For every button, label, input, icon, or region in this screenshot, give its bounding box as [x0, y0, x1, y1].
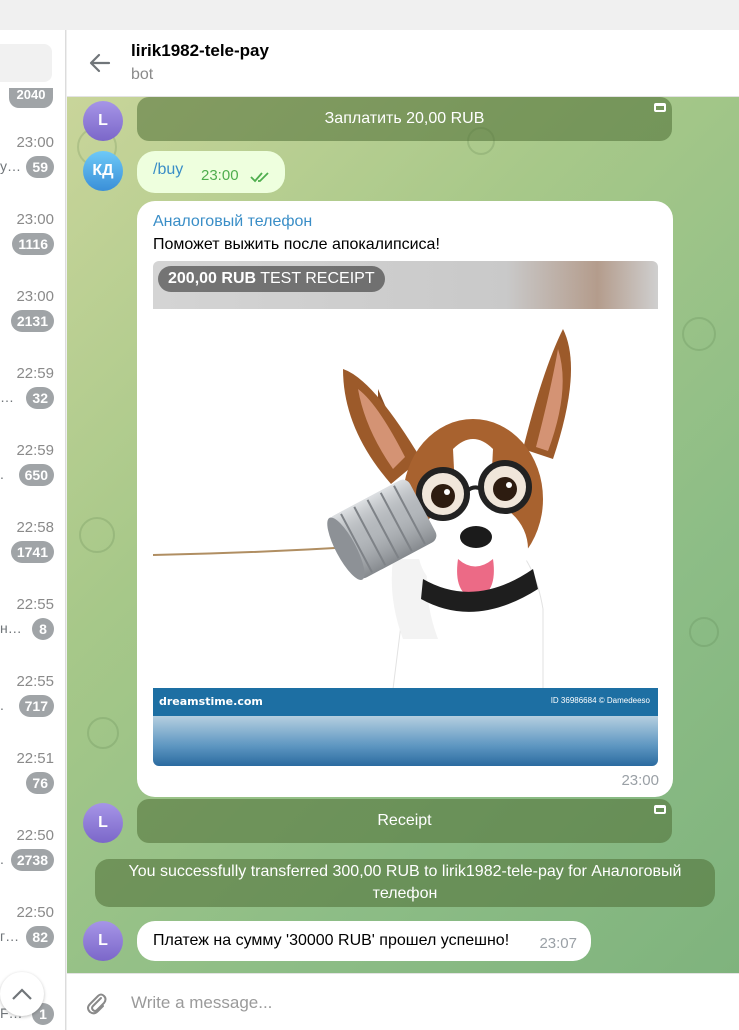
bot-avatar[interactable]: L: [83, 803, 123, 843]
card-icon: [654, 103, 666, 112]
chat-list-item[interactable]: 22:50 г… 82: [0, 904, 65, 981]
message-text: /buy: [153, 161, 184, 178]
invoice-description: Поможет выжить после апокалипсиса!: [153, 236, 440, 253]
unread-badge: 2131: [10, 310, 54, 332]
chat-list-item[interactable]: 23:00 2131: [0, 288, 65, 365]
chat-list-time: 22:59: [16, 365, 54, 382]
bot-avatar[interactable]: L: [83, 101, 123, 141]
chat-list-item[interactable]: 23:00 y… 59: [0, 134, 65, 211]
price-amount: 200,00 RUB: [168, 270, 257, 287]
pay-button[interactable]: Заплатить 20,00 RUB: [137, 97, 672, 141]
unread-badge: 8: [32, 618, 54, 640]
bot-avatar[interactable]: L: [83, 921, 123, 961]
chat-list: 2040 23:00 y… 59 23:00 1116 23:00 2131 22:59… 32…: [0, 30, 66, 1030]
chat-list-snippet: .: [0, 851, 4, 867]
background-doodle: [682, 317, 716, 351]
background-doodle: [79, 517, 115, 553]
watermark-id: ID 36986684 © Damedeeso: [550, 696, 650, 705]
background-doodle: [87, 717, 119, 749]
message-time: 23:07: [539, 935, 577, 952]
watermark-brand: dreamstime.com: [159, 695, 263, 708]
user-avatar[interactable]: КД: [83, 151, 123, 191]
chat-list-item[interactable]: 22:51 76: [0, 750, 65, 827]
message-input[interactable]: [131, 988, 691, 1018]
chat-list-time: 22:59: [16, 442, 54, 459]
price-suffix: TEST RECEIPT: [260, 270, 375, 287]
chat-list-time: 22:58: [16, 519, 54, 536]
unread-badge: 76: [26, 772, 54, 794]
chat-list-snippet: y…: [0, 158, 21, 174]
photo-bottom-strip: [153, 716, 658, 766]
card-icon: [654, 805, 666, 814]
invoice-photo[interactable]: 200,00 RUB TEST RECEIPT dreamstime.com I…: [153, 261, 658, 766]
invoice-title: Аналоговый телефон: [153, 213, 313, 230]
scroll-up-button[interactable]: [0, 972, 44, 1016]
chat-list-item[interactable]: 22:55. 717: [0, 673, 65, 750]
chat-list-time: 23:00: [16, 288, 54, 305]
chat-list-snippet: .: [0, 697, 4, 713]
chat-subtitle: bot: [131, 66, 154, 83]
service-message-text: You successfully transferred 300,00 RUB …: [128, 863, 682, 902]
paperclip-icon[interactable]: [83, 990, 109, 1016]
chat-list-snippet: .: [0, 466, 4, 482]
invoice-message[interactable]: Аналоговый телефон Поможет выжить после …: [137, 201, 673, 797]
chat-list-time: 22:50: [16, 904, 54, 921]
chat-list-time: 23:00: [16, 211, 54, 228]
chat-area: L Заплатить 20,00 RUB КД /buy 23:00 Анал…: [67, 97, 739, 973]
unread-badge: 1116: [12, 233, 54, 255]
unread-badge: 2040: [9, 88, 53, 108]
back-arrow-icon[interactable]: [87, 50, 113, 76]
unread-badge: 59: [26, 156, 54, 178]
unread-badge: 1741: [10, 541, 54, 563]
message-composer: [67, 973, 739, 1030]
message-text: Платеж на сумму '30000 RUB' прошел успеш…: [153, 932, 510, 949]
chat-list-snippet: г…: [0, 928, 20, 944]
message-time: 23:00: [201, 167, 239, 184]
chat-list-time: 22:50: [16, 827, 54, 844]
chat-list-item[interactable]: 22:55 н… 8: [0, 596, 65, 673]
watermark-bar: dreamstime.com ID 36986684 © Damedeeso: [153, 688, 658, 716]
chat-list-time: 22:51: [16, 750, 54, 767]
incoming-message[interactable]: Платеж на сумму '30000 RUB' прошел успеш…: [137, 921, 591, 961]
chat-list-item[interactable]: 22:59. 650: [0, 442, 65, 519]
service-message: You successfully transferred 300,00 RUB …: [95, 859, 715, 907]
chat-list-snippet: …: [0, 389, 14, 405]
unread-badge: 650: [18, 464, 54, 486]
chat-list-item[interactable]: 23:00 1116: [0, 211, 65, 288]
chevron-up-icon: [12, 988, 32, 1000]
chat-header: lirik1982-tele-pay bot: [67, 30, 739, 97]
search-field[interactable]: [0, 44, 52, 82]
chat-list-time: 22:55: [16, 673, 54, 690]
unread-badge: 82: [26, 926, 54, 948]
outgoing-message[interactable]: /buy 23:00: [137, 151, 285, 193]
chat-title[interactable]: lirik1982-tele-pay: [131, 41, 269, 61]
chat-list-item[interactable]: 22:50. 2738: [0, 827, 65, 904]
price-badge: 200,00 RUB TEST RECEIPT: [158, 266, 385, 292]
background-doodle: [689, 617, 719, 647]
chat-list-time: 23:00: [16, 134, 54, 151]
unread-badge: 2738: [10, 849, 54, 871]
pay-button-label: Заплатить 20,00 RUB: [324, 110, 485, 127]
dog-with-tin-can-image: [153, 329, 571, 689]
chat-list-item[interactable]: 22:59… 32: [0, 365, 65, 442]
chat-list-snippet: н…: [0, 620, 22, 636]
receipt-button-label: Receipt: [377, 812, 432, 829]
unread-badge: 717: [18, 695, 54, 717]
receipt-button[interactable]: Receipt: [137, 799, 672, 843]
double-check-icon: [250, 172, 269, 183]
window-top-strip: [0, 0, 739, 30]
message-time: 23:00: [621, 772, 659, 789]
unread-badge: 32: [26, 387, 54, 409]
chat-list-time: 22:55: [16, 596, 54, 613]
chat-list-item[interactable]: 22:58 1741: [0, 519, 65, 596]
